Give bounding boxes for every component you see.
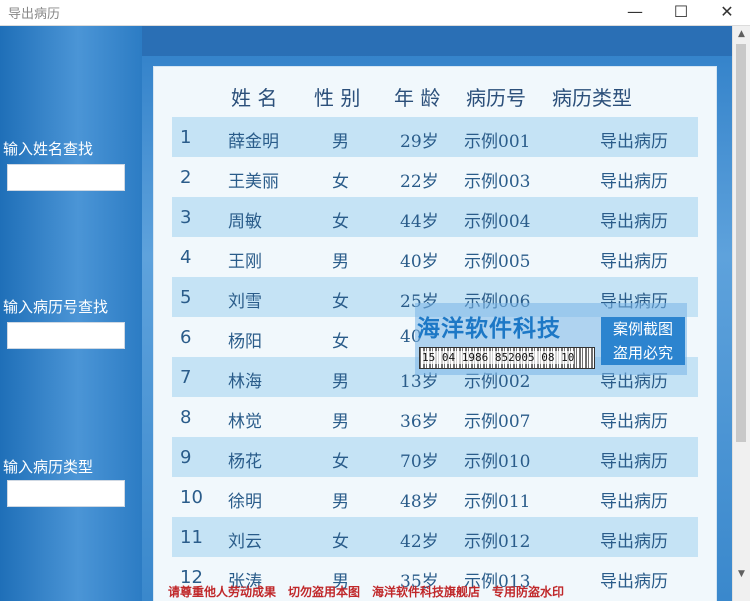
- patient-name: 刘云: [228, 532, 262, 552]
- row-number: 8: [180, 407, 192, 428]
- vertical-scrollbar[interactable]: ▲ ▼: [732, 26, 750, 601]
- table-row[interactable]: 1 薛金明 男 29岁 示例001 导出病历: [172, 117, 698, 157]
- patient-age: 22岁: [400, 172, 439, 192]
- minimize-button[interactable]: —: [612, 0, 658, 25]
- header-gender: 性 别: [314, 86, 361, 110]
- patient-gender: 女: [332, 332, 349, 352]
- record-search-input[interactable]: [7, 322, 125, 349]
- header-age: 年 龄: [394, 86, 441, 110]
- patient-age: 42岁: [400, 532, 439, 552]
- table-row[interactable]: 10 徐明 男 48岁 示例011 导出病历: [172, 477, 698, 517]
- patient-name: 王刚: [228, 252, 262, 272]
- patient-gender: 女: [332, 212, 349, 232]
- export-record-button[interactable]: 导出病历: [600, 447, 668, 472]
- row-number: 3: [180, 207, 192, 228]
- export-record-button[interactable]: 导出病历: [600, 487, 668, 512]
- type-search-input[interactable]: [7, 480, 125, 507]
- patient-name: 林觉: [228, 412, 262, 432]
- patient-name: 杨阳: [228, 332, 262, 352]
- patient-name: 杨花: [228, 452, 262, 472]
- record-id: 示例012: [464, 532, 531, 552]
- patient-age: 36岁: [400, 412, 439, 432]
- table-row[interactable]: 3 周敏 女 44岁 示例004 导出病历: [172, 197, 698, 237]
- patient-gender: 男: [332, 252, 349, 272]
- record-id: 示例001: [464, 132, 531, 152]
- sidebar: 输入姓名查找 输入病历号查找 输入病历类型: [0, 26, 142, 601]
- window-title: 导出病历: [8, 7, 61, 22]
- export-record-button[interactable]: 导出病历: [600, 207, 668, 232]
- patient-name: 刘雪: [228, 292, 262, 312]
- patient-gender: 男: [332, 132, 349, 152]
- record-search-label: 输入病历号查找: [3, 298, 109, 316]
- row-number: 5: [180, 287, 192, 308]
- header-name: 姓 名: [231, 86, 278, 110]
- patient-name: 林海: [228, 372, 262, 392]
- table-row[interactable]: 2 王美丽 女 22岁 示例003 导出病历: [172, 157, 698, 197]
- patient-gender: 女: [332, 532, 349, 552]
- export-record-button[interactable]: 导出病历: [600, 527, 668, 552]
- scroll-thumb[interactable]: [736, 44, 746, 442]
- watermark-barcode: 15 04 1986 852005 08 10: [419, 347, 595, 369]
- maximize-button[interactable]: ☐: [658, 0, 704, 25]
- title-bar: 导出病历 — ☐ ✕: [0, 0, 750, 26]
- record-id: 示例007: [464, 412, 531, 432]
- patient-name: 薛金明: [228, 132, 279, 152]
- row-number: 2: [180, 167, 192, 188]
- header-record-id: 病历号: [466, 86, 526, 110]
- table-row[interactable]: 9 杨花 女 70岁 示例010 导出病历: [172, 437, 698, 477]
- patient-gender: 男: [332, 492, 349, 512]
- watermark-line1: 案例截图: [612, 320, 673, 338]
- patient-age: 48岁: [400, 492, 439, 512]
- patient-gender: 女: [332, 292, 349, 312]
- scroll-down-arrow-icon[interactable]: ▼: [733, 566, 750, 583]
- export-record-button[interactable]: 导出病历: [600, 167, 668, 192]
- patient-gender: 女: [332, 172, 349, 192]
- export-record-button[interactable]: 导出病历: [600, 127, 668, 152]
- patient-name: 徐明: [228, 492, 262, 512]
- table-header: 姓 名 性 别 年 龄 病历号 病历类型: [154, 67, 716, 117]
- export-record-button[interactable]: 导出病历: [600, 407, 668, 432]
- row-number: 10: [180, 487, 203, 508]
- row-number: 1: [180, 127, 192, 148]
- header-record-type: 病历类型: [552, 86, 632, 110]
- footer-watermark-text: 请尊重他人劳动成果 切勿盗用本图 海洋软件科技旗舰店 专用防盗水印: [167, 585, 564, 599]
- record-id: 示例004: [464, 212, 531, 232]
- patient-gender: 女: [332, 452, 349, 472]
- type-search-label: 输入病历类型: [3, 458, 94, 476]
- patient-gender: 男: [332, 412, 349, 432]
- watermark-stamp: 海洋软件科技 案例截图 盗用必究 15 04 1986 852005 08 10: [415, 303, 687, 375]
- patient-age: 44岁: [400, 212, 439, 232]
- table-row[interactable]: 11 刘云 女 42岁 示例012 导出病历: [172, 517, 698, 557]
- row-number: 6: [180, 327, 192, 348]
- name-search-input[interactable]: [7, 164, 125, 191]
- patient-age: 70岁: [400, 452, 439, 472]
- table-row[interactable]: 4 王刚 男 40岁 示例005 导出病历: [172, 237, 698, 277]
- patient-name: 周敏: [228, 212, 262, 232]
- row-number: 11: [180, 527, 203, 548]
- watermark-line2: 盗用必究: [612, 344, 673, 362]
- watermark-brand: 海洋软件科技: [417, 316, 561, 342]
- barcode-number: 15 04 1986 852005 08 10: [422, 351, 575, 364]
- watermark-notice: 案例截图 盗用必究: [601, 317, 685, 365]
- record-id: 示例011: [464, 492, 531, 512]
- row-number: 9: [180, 447, 192, 468]
- close-button[interactable]: ✕: [704, 0, 750, 25]
- name-search-label: 输入姓名查找: [3, 140, 94, 158]
- patient-age: 40岁: [400, 252, 439, 272]
- row-number: 7: [180, 367, 192, 388]
- main-top-strip: [142, 26, 732, 56]
- row-number: 4: [180, 247, 192, 268]
- patient-gender: 男: [332, 372, 349, 392]
- table-row[interactable]: 8 林觉 男 36岁 示例007 导出病历: [172, 397, 698, 437]
- export-record-button[interactable]: 导出病历: [600, 247, 668, 272]
- patient-age: 29岁: [400, 132, 439, 152]
- record-id: 示例005: [464, 252, 531, 272]
- patient-name: 王美丽: [228, 172, 279, 192]
- record-id: 示例003: [464, 172, 531, 192]
- record-id: 示例010: [464, 452, 531, 472]
- scroll-up-arrow-icon[interactable]: ▲: [733, 26, 750, 43]
